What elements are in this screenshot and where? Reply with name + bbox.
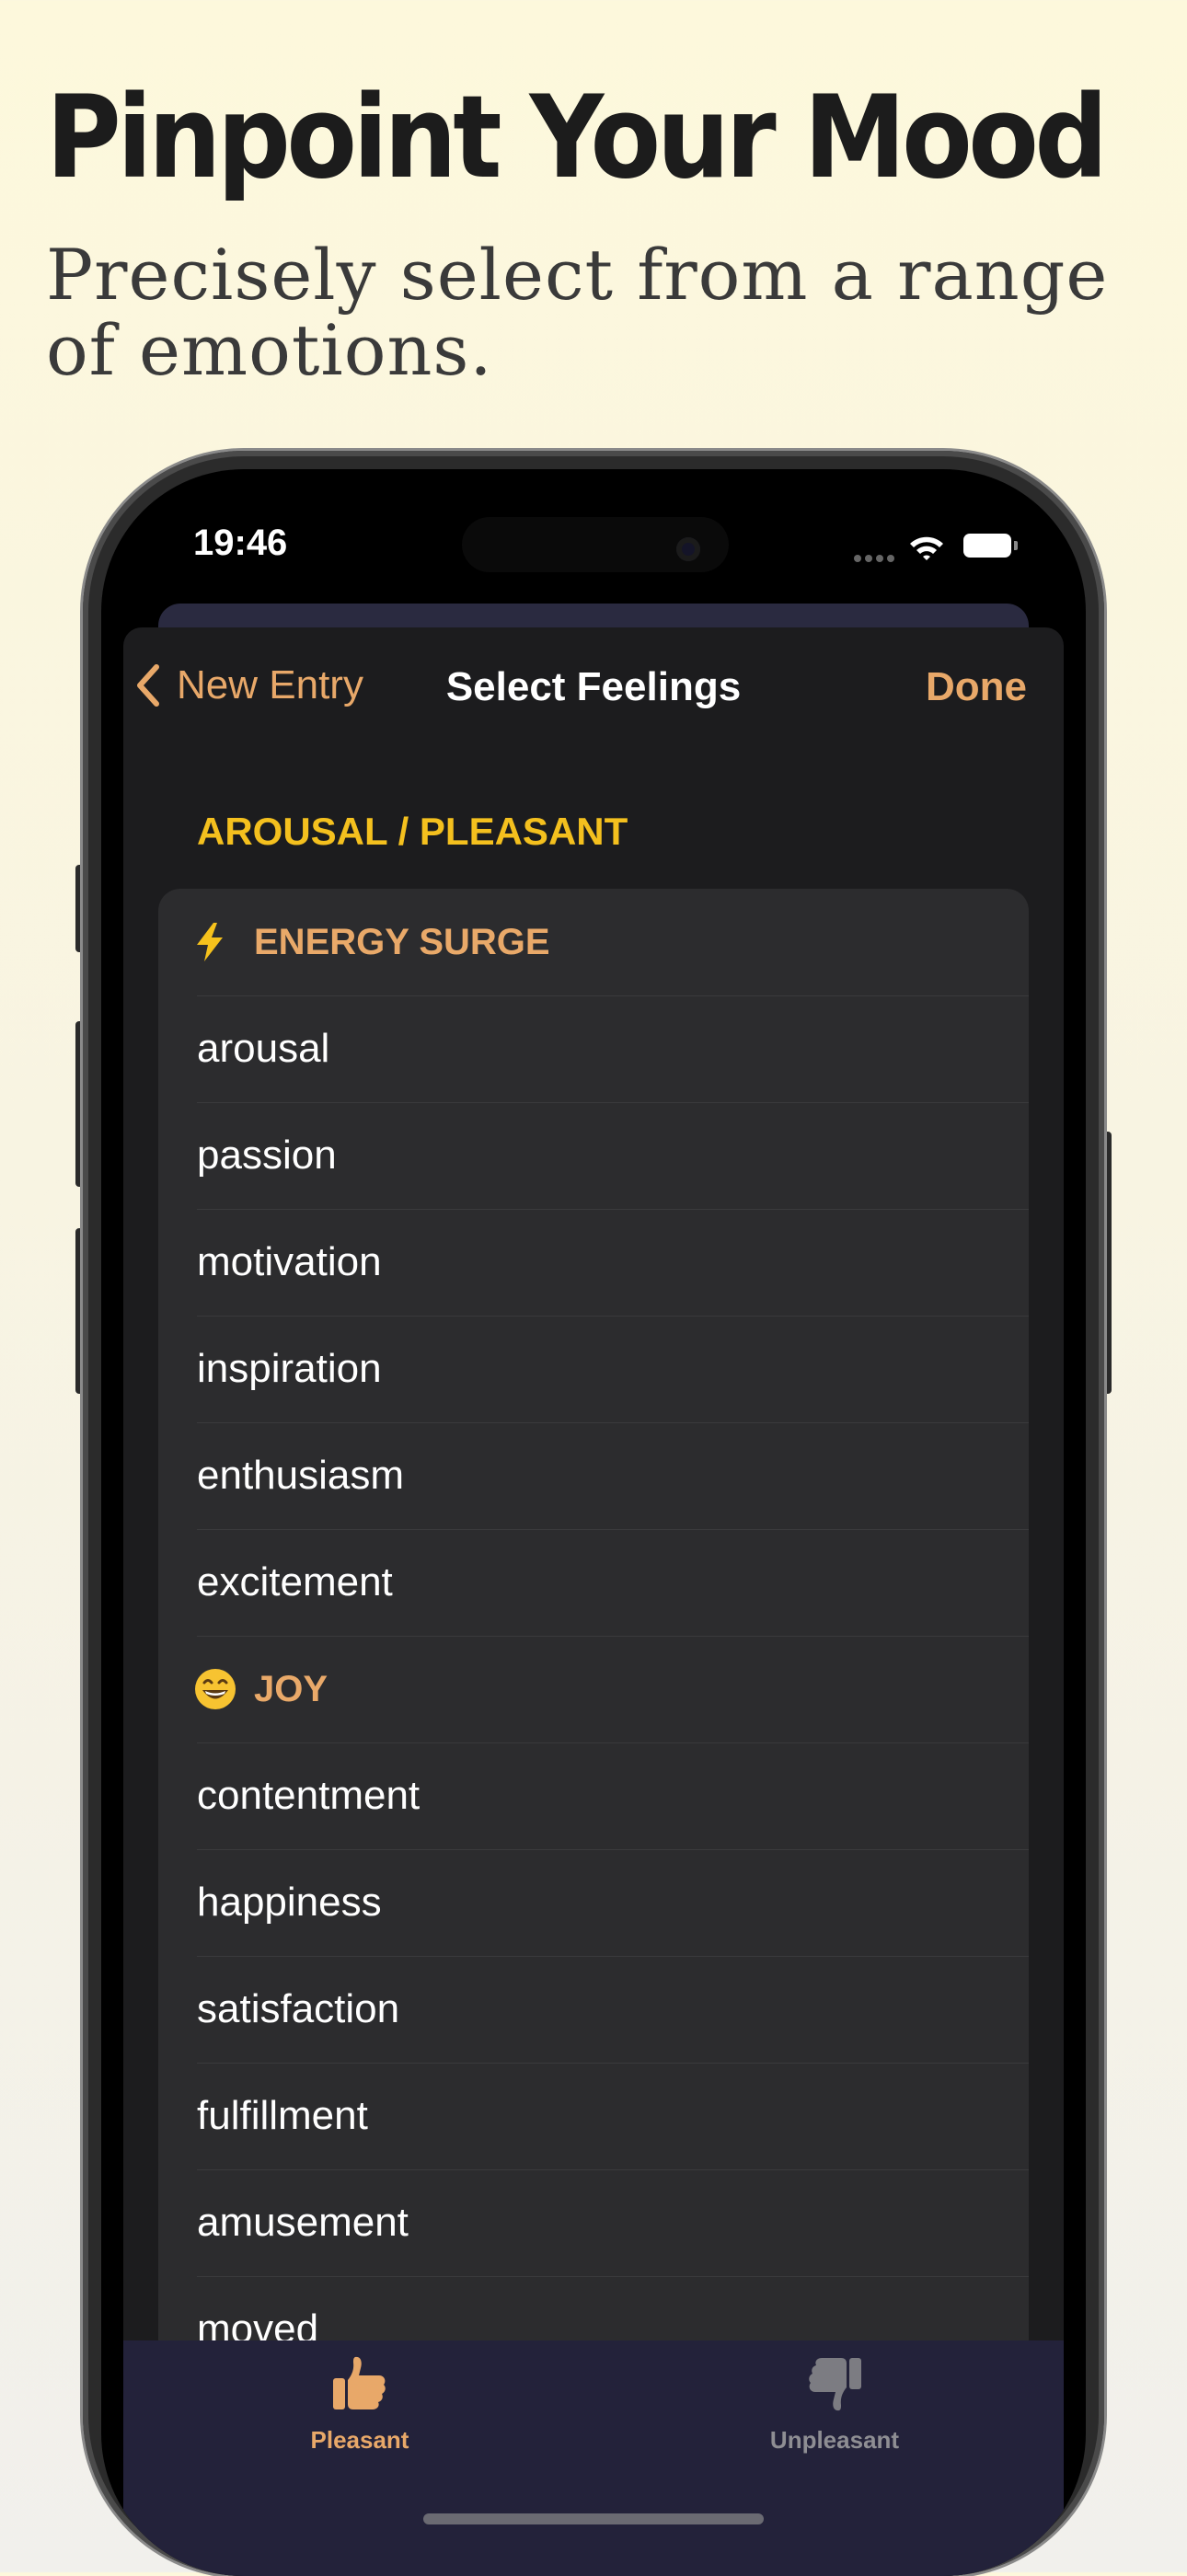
thumbs-up-icon	[333, 2356, 386, 2409]
status-time: 19:46	[193, 523, 288, 563]
group-title: ENERGY SURGE	[254, 921, 550, 962]
feeling-item[interactable]: contentment	[158, 1742, 1029, 1849]
feeling-item[interactable]: passion	[158, 1102, 1029, 1209]
tab-pleasant[interactable]: Pleasant	[240, 2353, 479, 2455]
feeling-item[interactable]: amusement	[158, 2169, 1029, 2276]
battery-icon	[963, 534, 1018, 558]
lightning-bolt-icon	[193, 922, 254, 962]
select-feelings-sheet: New Entry Select Feelings Done AROUSAL /…	[123, 627, 1064, 2576]
feeling-item[interactable]: motivation	[158, 1209, 1029, 1316]
home-indicator	[423, 2513, 764, 2524]
feeling-item[interactable]: inspiration	[158, 1316, 1029, 1422]
subheadline: Precisely select from a range of emotion…	[46, 234, 1109, 391]
group-header-joy: JOY	[158, 1636, 1029, 1742]
headline: Pinpoint Your Mood	[46, 72, 1108, 204]
cellular-signal-icon	[854, 550, 898, 567]
phone-screen: 19:46 New Entry Select Feelings Done ARO…	[101, 469, 1086, 2576]
grinning-face-icon	[193, 1667, 254, 1711]
feeling-item[interactable]: satisfaction	[158, 1956, 1029, 2063]
done-button[interactable]: Done	[926, 664, 1027, 710]
feeling-item[interactable]: fulfillment	[158, 2063, 1029, 2169]
feeling-item[interactable]: arousal	[158, 995, 1029, 1102]
tab-label: Unpleasant	[769, 2426, 900, 2454]
feeling-item[interactable]: happiness	[158, 1849, 1029, 1956]
feeling-item[interactable]: enthusiasm	[158, 1422, 1029, 1529]
tab-bar: Pleasant Unpleasant	[123, 2340, 1064, 2576]
thumbs-down-icon	[809, 2358, 861, 2411]
group-header-energy-surge: ENERGY SURGE	[158, 889, 1029, 995]
tab-label: Pleasant	[310, 2426, 409, 2454]
feeling-item[interactable]: excitement	[158, 1529, 1029, 1636]
tab-unpleasant[interactable]: Unpleasant	[715, 2353, 954, 2455]
wifi-icon	[910, 536, 943, 560]
section-header: AROUSAL / PLEASANT	[197, 810, 628, 853]
camera-icon	[676, 537, 700, 561]
group-title: JOY	[254, 1668, 328, 1709]
feelings-list: ENERGY SURGE arousal passion motivation …	[158, 889, 1029, 2453]
page-title: Select Feelings	[445, 664, 742, 709]
